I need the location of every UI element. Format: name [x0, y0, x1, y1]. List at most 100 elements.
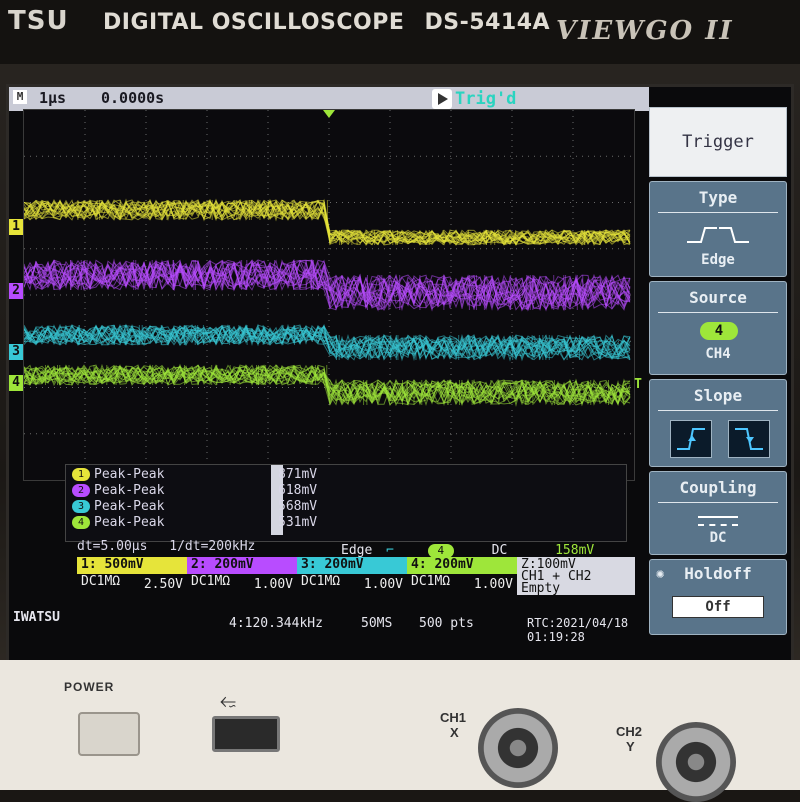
source-channel: CH4 — [705, 346, 731, 362]
meas-row: 1 Peak-Peak — [72, 467, 164, 483]
holdoff-value: Off — [672, 596, 764, 618]
menu-separator — [658, 312, 778, 313]
type-button[interactable]: Type Edge — [649, 181, 787, 277]
ch2-coupling: DC1MΩ — [191, 574, 231, 589]
ch4-scale: 4: 200mV — [407, 557, 521, 574]
ch1-scale: 1: 500mV — [77, 557, 191, 574]
ch4-offset: 1.00V — [473, 577, 513, 592]
ch2-input-axis: Y — [626, 739, 635, 754]
brand-title: DIGITAL OSCILLOSCOPE DS-5414A — [103, 10, 550, 35]
meas-row: 2 Peak-Peak — [72, 483, 164, 499]
meas-label: Peak-Peak — [94, 483, 165, 498]
coupling-label: Coupling — [679, 478, 757, 497]
waveform-canvas — [24, 110, 634, 480]
trigger-source-badge: 4 — [427, 544, 454, 558]
dc-coupling-icon — [698, 516, 738, 526]
edge-icon — [687, 227, 749, 243]
ch4-coupling: DC1MΩ — [411, 574, 451, 589]
brand-title-text: DIGITAL OSCILLOSCOPE — [103, 10, 405, 35]
menu-separator — [658, 502, 778, 503]
ch4-badge: 4 — [72, 516, 90, 529]
power-label: POWER — [64, 680, 115, 694]
meas-row: 4 Peak-Peak — [72, 515, 164, 531]
zoom-status: Empty — [521, 581, 561, 596]
position-readout: 0.0000s — [101, 89, 165, 107]
ch2-input-label: CH2 Y — [616, 724, 642, 754]
menu-separator — [658, 212, 778, 213]
cursor-dt: dt=5.00μs — [77, 539, 148, 554]
ch1-input-axis: X — [450, 725, 459, 740]
type-value: Edge — [701, 252, 735, 268]
meas-value: 618mV — [278, 483, 318, 498]
usb-port[interactable] — [212, 716, 280, 752]
model-number: DS-5414A — [424, 10, 551, 35]
menu-separator — [658, 410, 778, 411]
ch4-settings[interactable]: 4: 200mV DC1MΩ 1.00V — [407, 557, 521, 595]
measurement-panel: 1 Peak-Peak 2 Peak-Peak 3 Peak-Peak 4 Peak-P… — [65, 464, 627, 542]
footer-brand: IWATSU — [13, 610, 60, 625]
footer-bar: IWATSU 4:120.344kHz 50MS 500 pts RTC:202… — [9, 608, 649, 644]
source-button[interactable]: Source 4 CH4 — [649, 281, 787, 375]
ch1-offset: 2.50V — [143, 577, 183, 592]
meas-label: Peak-Peak — [94, 467, 165, 482]
ch2-offset: 1.00V — [253, 577, 293, 592]
cursor-freq: 1/dt=200kHz — [169, 539, 256, 554]
holdoff-button[interactable]: Holdoff ✺ Off — [649, 559, 787, 635]
display-screen: M 1μs 0.0000s Trig'd 1 2 3 4 T 1 Peak-Pea… — [6, 84, 794, 664]
meas-value: 531mV — [278, 515, 318, 530]
menu-title: Trigger — [649, 107, 787, 177]
holdoff-knob-icon: ✺ — [656, 566, 665, 582]
ch3-marker: 3 — [9, 344, 23, 360]
record-length: 500 pts — [419, 616, 474, 631]
ch1-input-label: CH1 X — [440, 710, 466, 740]
slope-label: Slope — [693, 386, 743, 405]
ch2-settings[interactable]: 2: 200mV DC1MΩ 1.00V — [187, 557, 301, 595]
ch1-settings[interactable]: 1: 500mV DC1MΩ 2.50V — [77, 557, 191, 595]
type-label: Type — [698, 188, 738, 207]
ch1-marker: 1 — [9, 219, 23, 235]
coupling-value: DC — [709, 530, 727, 546]
falling-slope-icon[interactable] — [728, 420, 770, 458]
ch1-bnc-connector[interactable] — [478, 708, 558, 788]
ch3-offset: 1.00V — [363, 577, 403, 592]
usb-icon: ⭋ — [220, 690, 236, 712]
ch2-marker: 2 — [9, 283, 23, 299]
trigger-coupling: DC — [491, 543, 508, 558]
ch2-badge: 2 — [72, 484, 90, 497]
front-panel: POWER ⭋ CH1 X CH2 Y — [0, 660, 800, 802]
holdoff-label: Holdoff — [684, 564, 752, 583]
ch3-coupling: DC1MΩ — [301, 574, 341, 589]
trigger-mode: Edge — [341, 543, 373, 558]
brand-bar: TSU DIGITAL OSCILLOSCOPE DS-5414A VIEWGO… — [0, 0, 800, 64]
trigger-summary: Edge ⌐ 4 DC 158mV — [341, 543, 594, 558]
coupling-button[interactable]: Coupling DC — [649, 471, 787, 555]
ch1-coupling: DC1MΩ — [81, 574, 121, 589]
ch2-scale: 2: 200mV — [187, 557, 301, 574]
trigger-level-marker: T — [634, 377, 642, 392]
status-bar: M 1μs 0.0000s Trig'd — [9, 87, 649, 111]
ch4-marker: 4 — [9, 375, 23, 391]
meas-value: 568mV — [278, 499, 318, 514]
zoom-settings[interactable]: Z:100mV CH1 + CH2 Empty — [517, 557, 635, 596]
cursor-readout: dt=5.00μs 1/dt=200kHz — [77, 539, 255, 554]
timebase-readout: 1μs — [39, 89, 67, 107]
meas-label: Peak-Peak — [94, 499, 165, 514]
source-badge: 4 — [700, 322, 738, 340]
ch2-input-name: CH2 — [616, 724, 643, 739]
power-button[interactable] — [78, 712, 140, 756]
rtc-clock: RTC:2021/04/18 01:19:28 — [527, 616, 629, 644]
ch3-settings[interactable]: 3: 200mV DC1MΩ 1.00V — [297, 557, 411, 595]
side-menu: Trigger Type Edge Source 4 CH4 Slope Cou… — [649, 107, 787, 637]
slope-button[interactable]: Slope — [649, 379, 787, 467]
ch3-badge: 3 — [72, 500, 90, 513]
brand-logo: TSU — [8, 6, 69, 36]
menu-icon[interactable]: M — [13, 90, 27, 104]
trigger-status: Trig'd — [455, 89, 517, 109]
trigger-level: 158mV — [555, 543, 595, 558]
ch2-bnc-connector[interactable] — [656, 722, 736, 802]
rising-slope-icon[interactable] — [670, 420, 712, 458]
series-logo: VIEWGO II — [556, 16, 734, 46]
trigger-run-icon — [432, 89, 452, 109]
frequency-readout: 4:120.344kHz — [229, 616, 323, 631]
meas-row: 3 Peak-Peak — [72, 499, 164, 515]
